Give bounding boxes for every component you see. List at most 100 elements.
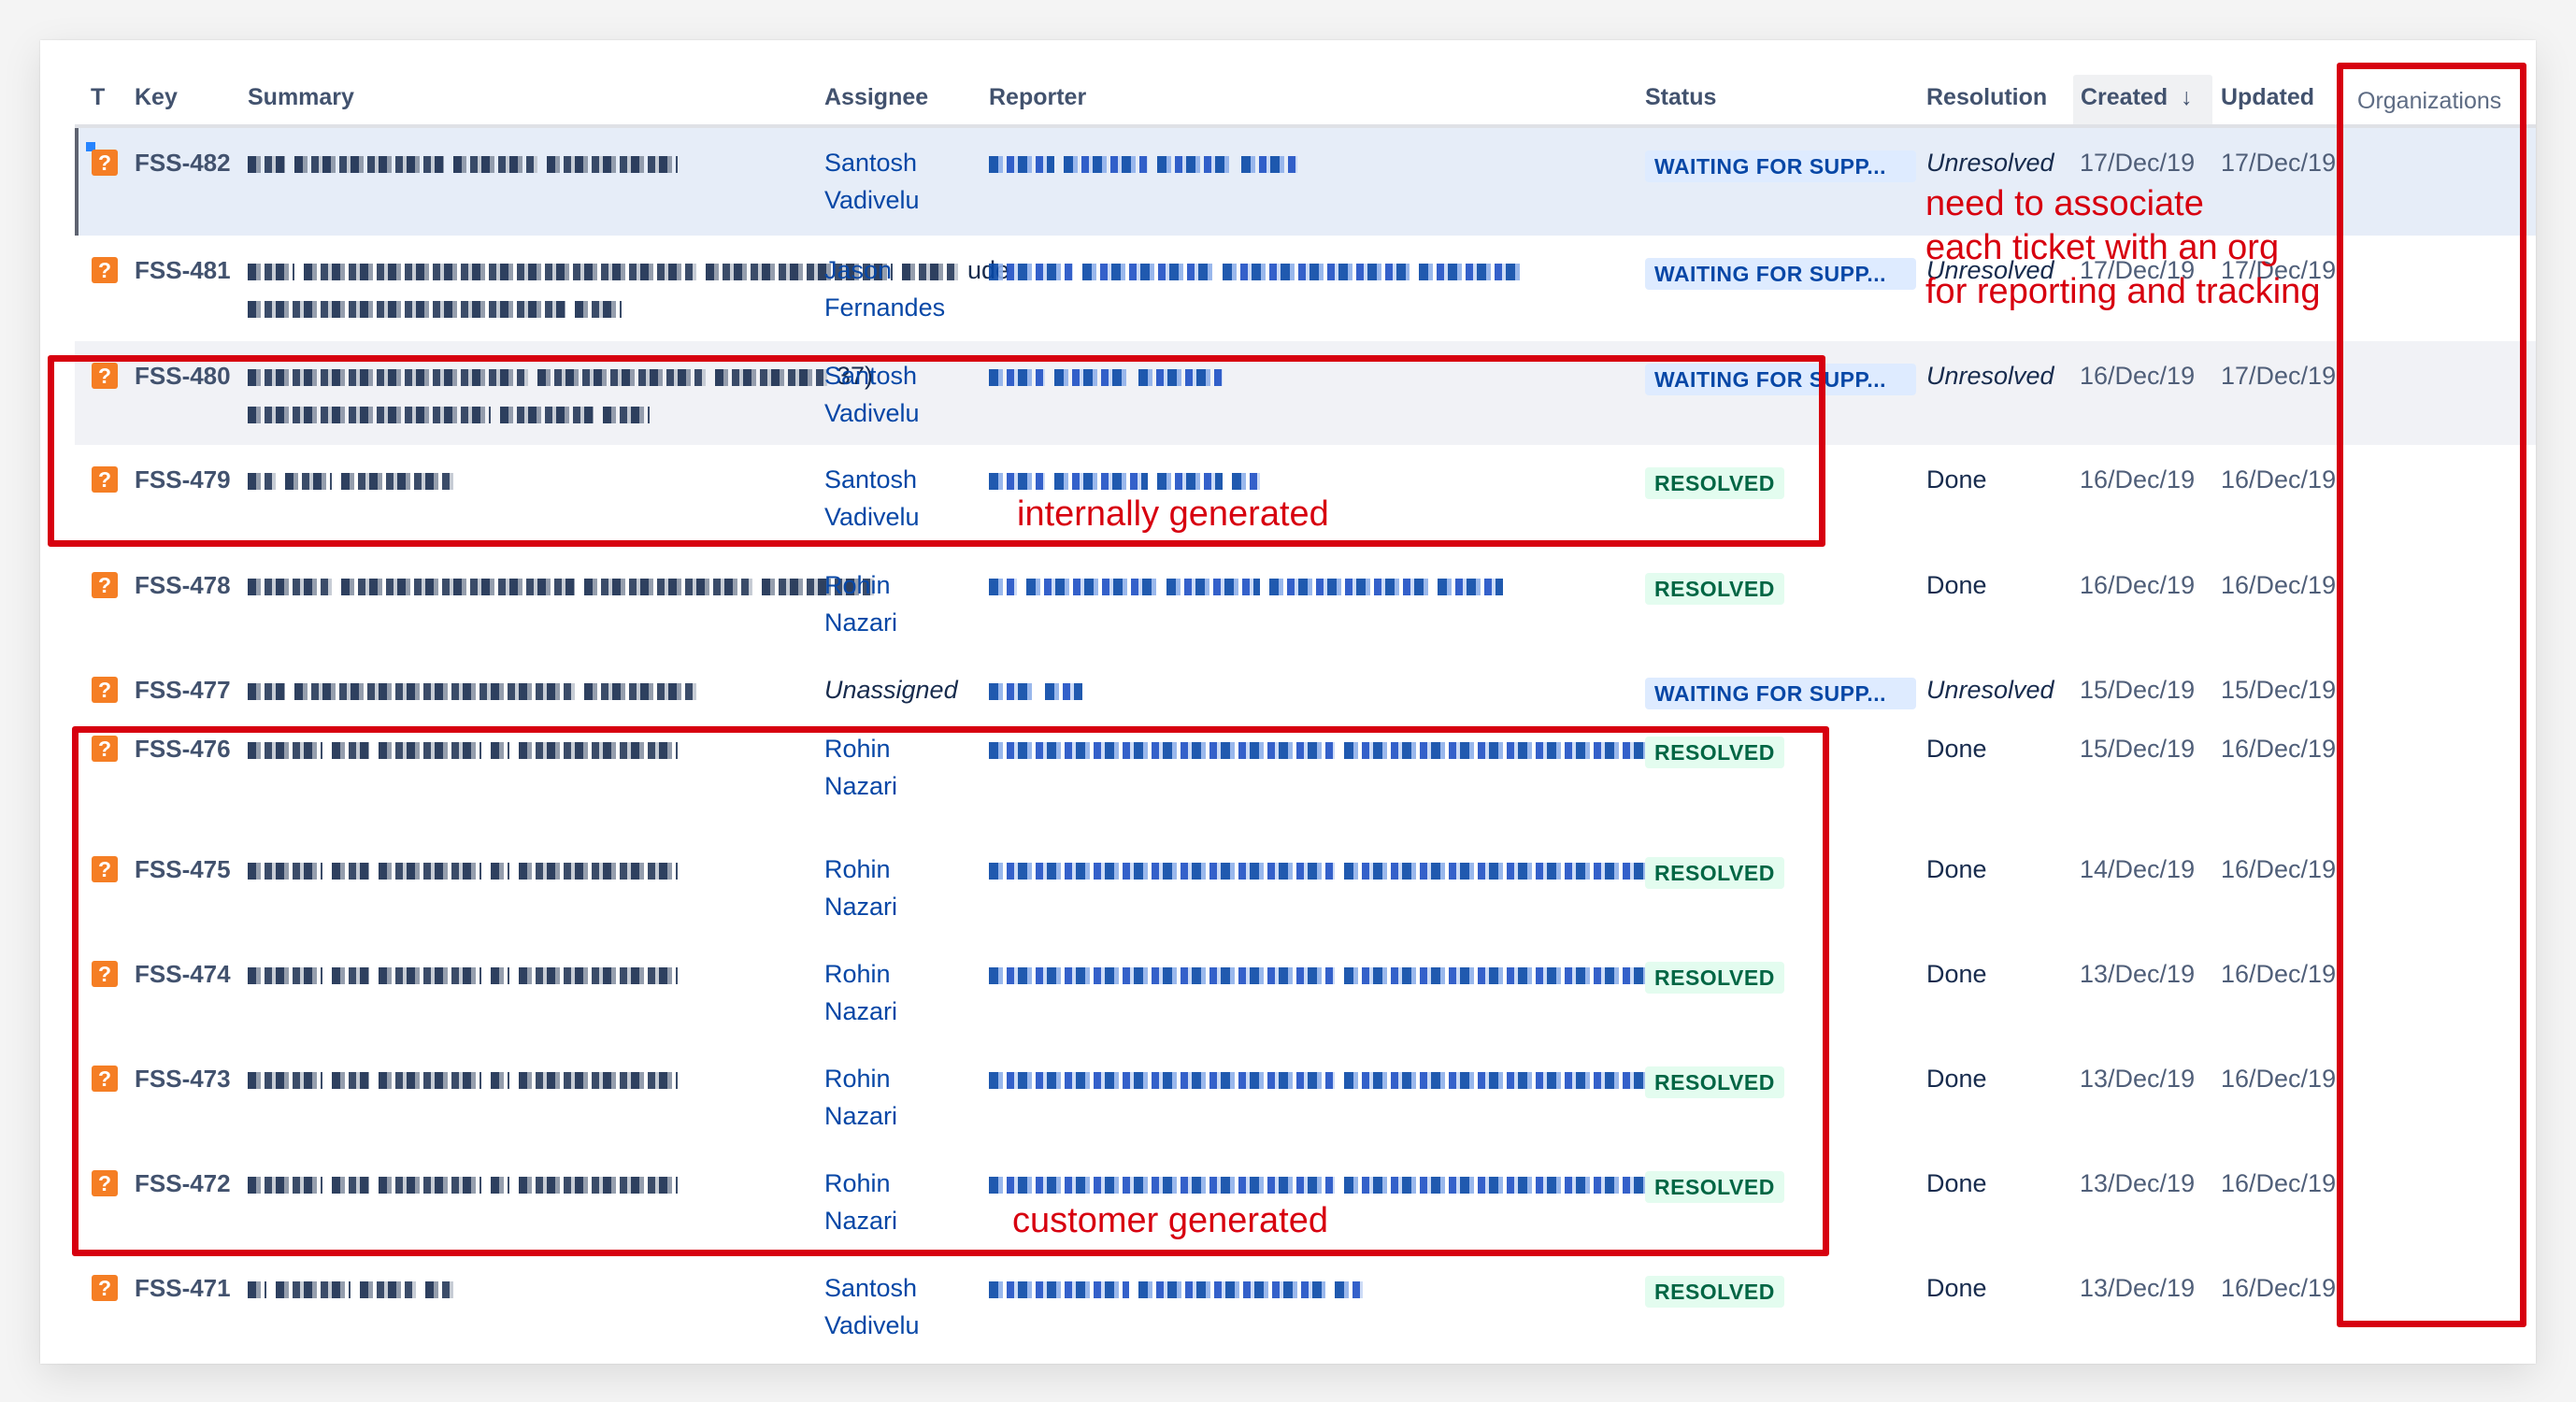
redacted-text — [989, 155, 1054, 173]
reporter-link[interactable] — [989, 1269, 1634, 1307]
question-type-icon: ? — [92, 257, 118, 283]
column-header-status[interactable]: Status — [1645, 80, 1716, 114]
status-badge[interactable]: WAITING FOR SUPP... — [1645, 678, 1916, 709]
assignee[interactable]: Rohin Nazari — [824, 566, 897, 641]
issue-summary-link[interactable] — [248, 144, 799, 181]
column-header-resolution[interactable]: Resolution — [1926, 80, 2047, 114]
redacted-text — [989, 263, 1073, 280]
created-date: 15/Dec/19 — [2080, 735, 2196, 763]
redacted-text — [341, 578, 575, 595]
updated-date: 16/Dec/19 — [2221, 1274, 2337, 1302]
created-date: 16/Dec/19 — [2080, 362, 2196, 390]
redacted-text — [248, 263, 294, 280]
redacted-text — [584, 578, 752, 595]
column-header-reporter[interactable]: Reporter — [989, 80, 1086, 114]
redacted-text — [547, 155, 678, 173]
question-type-icon: ? — [92, 572, 118, 598]
issue-summary-link[interactable] — [248, 1269, 799, 1307]
assignee[interactable]: Jason Fernandes — [824, 251, 945, 326]
reporter-link[interactable] — [989, 144, 1634, 181]
status-cell: RESOLVED — [1645, 569, 1784, 607]
redacted-text — [1045, 682, 1082, 700]
redacted-text — [575, 300, 622, 318]
column-header-created[interactable]: Created ↓ — [2081, 80, 2193, 114]
issue-key-link[interactable]: FSS-482 — [135, 144, 231, 181]
updated-date: 16/Dec/19 — [2221, 735, 2337, 763]
redacted-text — [1438, 578, 1503, 595]
summary-line-1 — [248, 144, 799, 181]
redacted-text — [1166, 578, 1260, 595]
status-badge[interactable]: WAITING FOR SUPP... — [1645, 150, 1916, 182]
status-badge[interactable]: RESOLVED — [1645, 1276, 1784, 1308]
created-date: 13/Dec/19 — [2080, 1169, 2196, 1197]
status-cell: WAITING FOR SUPP... — [1645, 147, 1916, 184]
updated-date: 16/Dec/19 — [2221, 571, 2337, 599]
redacted-text — [276, 1280, 351, 1298]
assignee-first-name: Santosh — [824, 149, 918, 177]
redacted-text — [1269, 578, 1428, 595]
updated-date: 16/Dec/19 — [2221, 960, 2337, 988]
redacted-text — [248, 578, 332, 595]
status-cell: WAITING FOR SUPP... — [1645, 254, 1916, 292]
assignee-first-name: Unassigned — [824, 676, 958, 704]
assignee-first-name: Santosh — [824, 1274, 918, 1302]
redacted-text — [989, 682, 1036, 700]
status-badge[interactable]: RESOLVED — [1645, 573, 1784, 605]
issue-key-link[interactable]: FSS-478 — [135, 566, 231, 604]
column-header-updated[interactable]: Updated — [2221, 80, 2314, 114]
updated-date: 17/Dec/19 — [2221, 149, 2337, 177]
assignee[interactable]: Santosh Vadivelu — [824, 144, 920, 219]
resolution: Done — [1926, 1169, 1987, 1197]
assignee[interactable]: Santosh Vadivelu — [824, 1269, 920, 1344]
issue-key-link[interactable]: FSS-481 — [135, 251, 231, 289]
assignee-first-name: Rohin — [824, 571, 891, 599]
updated-date: 15/Dec/19 — [2221, 676, 2337, 704]
created-date: 17/Dec/19 — [2080, 149, 2196, 177]
redacted-text — [360, 1280, 416, 1298]
created-date: 13/Dec/19 — [2080, 960, 2196, 988]
question-type-icon: ? — [92, 1275, 118, 1301]
created-date: 16/Dec/19 — [2080, 571, 2196, 599]
resolution: Done — [1926, 1274, 1987, 1302]
org-note-line-2: each ticket with an org — [1925, 228, 2280, 267]
reporter-link[interactable] — [989, 566, 1634, 604]
assignee-last-name: Nazari — [824, 608, 898, 637]
redacted-text — [1082, 263, 1213, 280]
redacted-text — [1157, 155, 1232, 173]
reporter-link[interactable] — [989, 671, 1634, 708]
created-date: 14/Dec/19 — [2080, 855, 2196, 883]
resolution: Done — [1926, 855, 1987, 883]
issue-summary-link[interactable]: ude — [248, 251, 1009, 326]
column-header-key[interactable]: Key — [135, 80, 178, 114]
org-note-line-3: for reporting and tracking — [1925, 272, 2321, 311]
issue-key-link[interactable]: FSS-477 — [135, 671, 231, 708]
table-row[interactable]: ? FSS-471 Santosh Vadivelu RESOLVED Done 13/De… — [75, 1253, 2536, 1358]
resolution: Done — [1926, 960, 1987, 988]
summary-line-1: ude — [248, 251, 1009, 289]
table-row[interactable]: ? FSS-478 Rohin Nazari RESOLVED Done 16/Dec/19… — [75, 551, 2536, 655]
internal-highlight-box — [48, 355, 1825, 547]
created-date: 13/Dec/19 — [2080, 1065, 2196, 1093]
issue-summary-link[interactable] — [248, 671, 799, 708]
summary-line-1 — [248, 566, 874, 604]
created-date: 16/Dec/19 — [2080, 465, 2196, 494]
assignee-last-name: Fernandes — [824, 293, 946, 322]
resolution: Done — [1926, 735, 1987, 763]
column-header-assignee[interactable]: Assignee — [824, 80, 928, 114]
column-header-type[interactable]: T — [91, 80, 105, 114]
status-badge[interactable]: WAITING FOR SUPP... — [1645, 258, 1916, 290]
created-date: 13/Dec/19 — [2080, 1274, 2196, 1302]
redacted-text — [248, 1280, 266, 1298]
reporter-link[interactable] — [989, 251, 1634, 289]
updated-date: 16/Dec/19 — [2221, 1169, 2337, 1197]
updated-date: 16/Dec/19 — [2221, 1065, 2337, 1093]
issue-summary-link[interactable] — [248, 566, 874, 604]
redacted-text — [989, 1280, 1129, 1298]
redacted-text — [1026, 578, 1157, 595]
table-row[interactable]: ? FSS-477 Unassigned WAITING FOR SUPP... Unr… — [75, 655, 2536, 730]
issue-key-link[interactable]: FSS-471 — [135, 1269, 231, 1307]
summary-line-2 — [248, 289, 799, 326]
column-header-summary[interactable]: Summary — [248, 80, 354, 114]
assignee-last-name: Vadivelu — [824, 1311, 920, 1339]
resolution: Unresolved — [1926, 676, 2054, 704]
